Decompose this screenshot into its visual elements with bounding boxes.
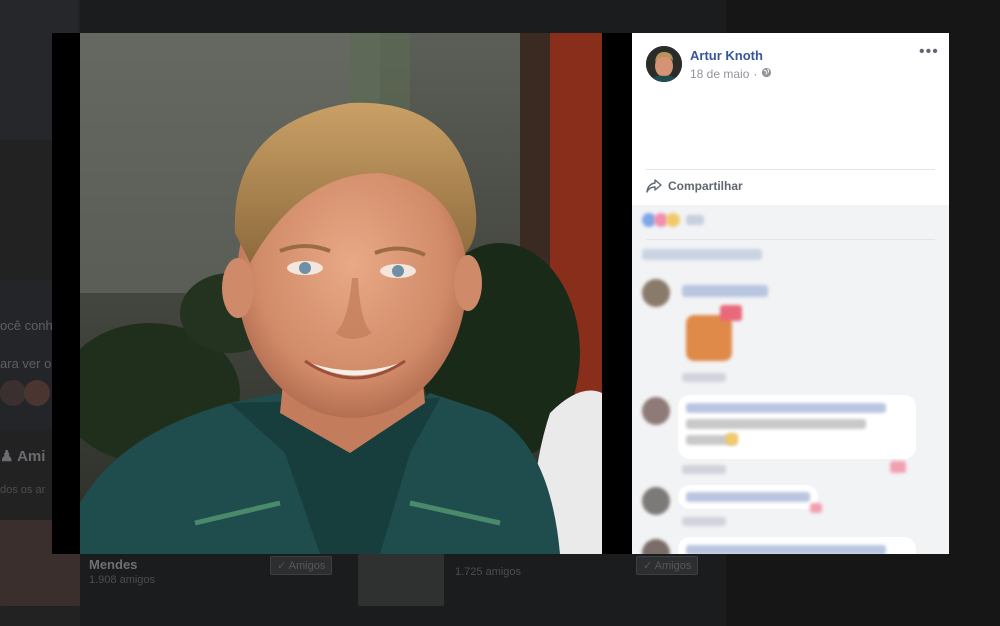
comment-actions[interactable] [682,517,726,526]
share-button[interactable]: Compartilhar [646,179,743,193]
comment-actions[interactable] [682,373,726,382]
commenter-avatar[interactable] [642,487,670,515]
comment-actions[interactable] [682,465,726,474]
comment-sticker [686,315,732,361]
background-friends-button: ✓ Amigos [636,556,699,575]
author-name-link[interactable]: Artur Knoth [690,48,763,63]
background-friends-button: ✓ Amigos [270,556,333,575]
comment-bubble [678,485,818,509]
share-label: Compartilhar [668,179,743,193]
emoji-icon [726,433,738,445]
share-icon [646,179,662,193]
background-avatar [24,380,50,406]
commenter-avatar[interactable] [642,539,670,554]
comment-reaction[interactable] [810,503,822,513]
author-avatar[interactable] [646,46,682,82]
background-friend-name: Mendes [89,557,138,572]
more-options-icon[interactable]: ••• [919,44,938,63]
commenter-avatar[interactable] [642,397,670,425]
background-snippet: ara ver o [0,356,52,371]
comment-text [686,492,810,502]
commenter-avatar[interactable] [642,279,670,307]
comment-sticker-part [720,305,742,321]
comments-section [632,205,949,554]
post-meta: 18 de maio · [690,67,772,81]
globe-icon[interactable] [761,67,772,81]
commenter-name[interactable] [682,285,768,297]
background-snippet: dos os ar [0,484,46,496]
reaction-count[interactable] [686,215,704,225]
check-icon: ✓ [643,560,653,572]
friends-icon: ♟ [0,448,14,465]
post-photo[interactable] [80,33,602,554]
background-friend-count: 1.908 amigos [89,574,156,586]
background-friend-thumb [358,554,444,606]
background-snippet: ocê conhe [0,318,60,333]
globe-icon-svg [762,67,772,78]
post-date[interactable]: 18 de maio [690,67,749,81]
post-header: Artur Knoth 18 de maio · ••• Compartilha… [632,33,949,203]
divider [646,169,935,170]
view-more-comments-link[interactable] [642,249,762,260]
comment-text [686,419,866,429]
check-icon: ✓ [277,560,287,572]
background-friend-count: 1.725 amigos [455,566,522,578]
reaction-wow-icon[interactable] [666,213,680,227]
comment-text [686,545,886,554]
comment-reaction[interactable] [890,461,906,473]
background-avatar [0,380,26,406]
comment-bubble [678,395,916,459]
author-avatar-image [646,46,682,82]
divider [646,239,935,240]
background-friends-heading: ♟ Ami [0,448,46,465]
meta-separator: · [753,67,758,81]
post-side-panel: Artur Knoth 18 de maio · ••• Compartilha… [632,33,949,554]
portrait-image [80,33,602,554]
comment-text [686,403,886,413]
comment-bubble [678,537,916,554]
